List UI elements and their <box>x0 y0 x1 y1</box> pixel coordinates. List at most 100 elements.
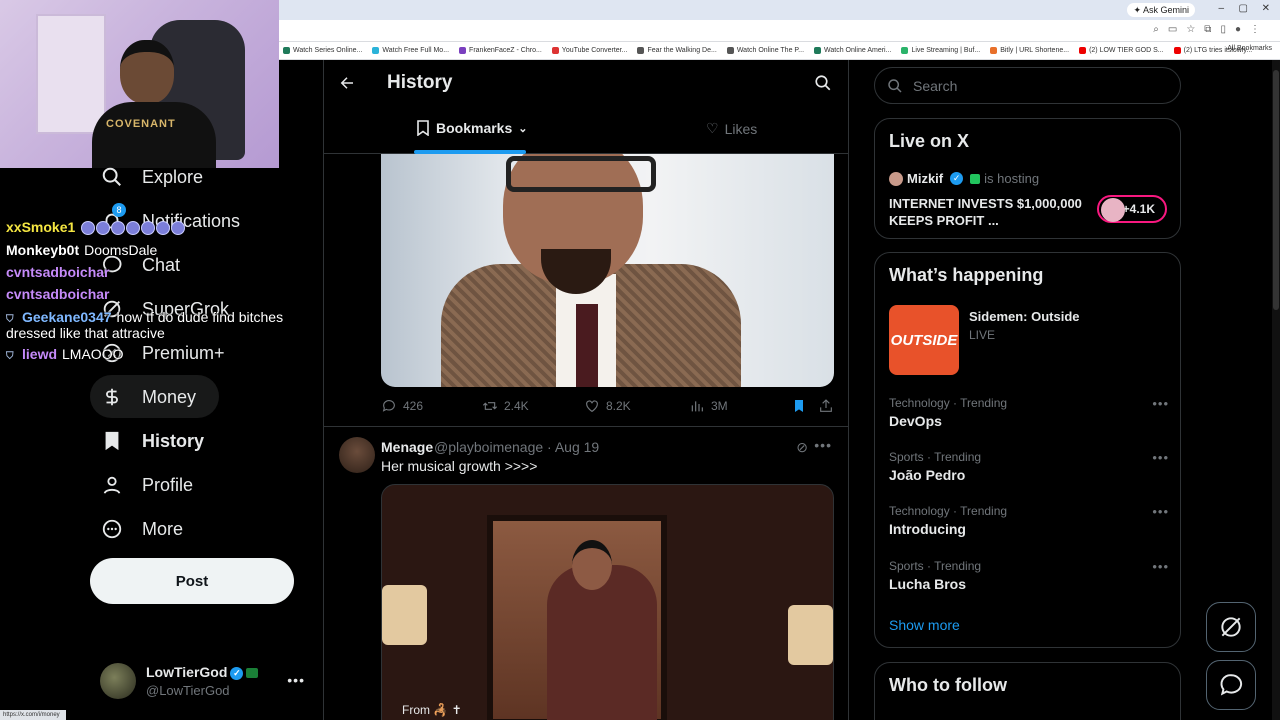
profile-avatar-icon[interactable]: ● <box>1235 24 1241 35</box>
listener-count-button[interactable]: +4.1K <box>1097 195 1167 223</box>
sidebar-item-profile[interactable]: Profile <box>100 465 193 505</box>
trend-item[interactable]: Technology · Trending Introducing ••• <box>889 504 1169 544</box>
more-dots-icon[interactable]: ••• <box>1152 559 1169 574</box>
reply-button[interactable]: 426 <box>381 398 423 414</box>
post-author-handle[interactable]: @playboimenage · Aug 19 <box>434 439 599 455</box>
sidebar-item-money[interactable]: Money <box>100 377 196 417</box>
zoom-icon[interactable]: ⌕ <box>1153 24 1159 35</box>
host-name: Mizkif <box>907 171 944 186</box>
sidebar-item-explore[interactable]: Explore <box>100 157 203 197</box>
who-to-follow-panel: Who to follow <box>874 662 1181 720</box>
more-dots-icon[interactable]: ••• <box>287 672 305 688</box>
trend-category: Sports · Trending <box>889 450 982 464</box>
trend-thumbnail[interactable]: OUTSIDE <box>889 305 959 375</box>
verified-icon: ✓ <box>950 172 964 185</box>
trend-item[interactable]: Sports · Trending Lucha Bros ••• <box>889 559 1169 599</box>
bookmark-item[interactable]: Live Streaming | Buf... <box>901 47 980 54</box>
trend-item[interactable]: Sports · Trending João Pedro ••• <box>889 450 1169 490</box>
who-to-follow-title: Who to follow <box>889 675 1007 695</box>
sidebar-item-label: More <box>142 518 184 539</box>
bookmark-item[interactable]: Watch Series Online... <box>283 47 362 54</box>
account-switcher[interactable]: LowTierGod ✓ @LowTierGod ••• <box>100 660 315 702</box>
favicon-icon <box>1079 47 1087 54</box>
avatar[interactable] <box>339 437 375 473</box>
media-caption: From 🦂 ✝ <box>402 703 462 717</box>
share-button[interactable] <box>818 398 834 414</box>
chat-text: how tf do dude find bitches <box>116 309 284 325</box>
space-title[interactable]: INTERNET INVESTS $1,000,000 KEEPS PROFIT… <box>889 195 1089 229</box>
scrollbar-thumb[interactable] <box>1273 70 1279 310</box>
avatar <box>1101 198 1125 222</box>
bookmarks-bar: Watch Series Online... Watch Free Full Mo… <box>279 42 1280 60</box>
all-bookmarks-link[interactable]: All Bookmarks <box>1227 45 1272 52</box>
tab-bookmarks[interactable]: Bookmarks ⌄ <box>416 120 527 136</box>
live-host-row[interactable]: Mizkif ✓ is hosting <box>889 171 1039 186</box>
post-button[interactable]: Post <box>90 558 294 604</box>
trend-category: Sports · Trending <box>889 559 982 573</box>
favicon-icon <box>990 47 998 54</box>
whats-happening-title: What’s happening <box>889 265 1044 285</box>
bookmark-item[interactable]: Fear the Walking De... <box>637 47 717 54</box>
like-button[interactable]: 8.2K <box>584 398 631 414</box>
bookmark-item[interactable]: Watch Free Full Mo... <box>372 47 449 54</box>
cast-icon[interactable]: ▭ <box>1168 24 1177 35</box>
show-more-link[interactable]: Show more <box>889 617 960 633</box>
grok-icon[interactable]: ⊘ <box>796 439 808 456</box>
bookmark-label: Watch Series Online... <box>293 47 363 54</box>
main-timeline: History Bookmarks ⌄ ♡ Likes 426 2.4K 8.2… <box>323 60 849 720</box>
post-image[interactable] <box>381 154 834 387</box>
back-arrow-icon[interactable] <box>338 74 358 94</box>
status-url: https://x.com/i/money <box>0 710 66 720</box>
repost-button[interactable]: 2.4K <box>482 398 529 414</box>
close-icon[interactable]: ✕ <box>1262 3 1270 14</box>
page-header: History Bookmarks ⌄ ♡ Likes <box>324 60 848 154</box>
favicon-icon <box>901 47 909 54</box>
chat-badge-icon: ⛉ <box>6 351 14 362</box>
bookmark-filled-icon <box>795 400 803 412</box>
webcam-overlay: COVENANT <box>0 0 279 168</box>
sidebar-item-history[interactable]: History <box>100 421 204 461</box>
affiliate-badge-icon <box>246 668 259 679</box>
reply-count: 426 <box>403 399 424 413</box>
menu-icon[interactable]: ⋮ <box>1250 24 1260 35</box>
trend-item[interactable]: Technology · Trending DevOps ••• <box>889 396 1169 436</box>
more-dots-icon[interactable]: ••• <box>1152 504 1169 519</box>
chat-username: xxSmoke1 <box>6 219 76 235</box>
sidebar-item-label: Explore <box>142 166 204 187</box>
bookmark-icon <box>100 429 124 453</box>
favicon-icon <box>283 47 290 54</box>
star-icon[interactable]: ☆ <box>1186 24 1195 35</box>
post-action-bar: 426 2.4K 8.2K 3M <box>381 398 834 418</box>
sidebar-item-label: History <box>142 430 205 451</box>
sidepanel-icon[interactable]: ▯ <box>1220 24 1226 35</box>
bookmark-item[interactable]: YouTube Converter... <box>551 47 627 54</box>
bookmark-item[interactable]: Bitly | URL Shortene... <box>990 47 1069 54</box>
search-input[interactable]: Search <box>874 67 1181 104</box>
featured-trend-title[interactable]: Sidemen: Outside <box>969 309 1080 324</box>
sidebar-item-more[interactable]: More <box>100 509 183 549</box>
more-dots-icon[interactable]: ••• <box>1152 450 1169 465</box>
bookmark-item[interactable]: Watch Online Ameri... <box>814 47 891 54</box>
ask-gemini-button[interactable]: ✦ Ask Gemini <box>1127 3 1195 17</box>
more-dots-icon[interactable]: ••• <box>814 437 832 453</box>
bookmark-button[interactable] <box>791 398 807 414</box>
views-button[interactable]: 3M <box>689 398 728 414</box>
post-video[interactable]: From 🦂 ✝ <box>381 484 834 720</box>
extensions-icon[interactable]: ⧉ <box>1204 24 1211 35</box>
chat-emotes <box>81 221 186 236</box>
bookmark-label: Watch Online Ameri... <box>824 47 892 54</box>
search-icon[interactable] <box>814 74 832 97</box>
bookmark-item[interactable]: Watch Online The P... <box>726 47 804 54</box>
minimize-icon[interactable]: – <box>1218 3 1224 14</box>
grok-fab[interactable] <box>1206 602 1256 652</box>
scrollbar[interactable] <box>1272 60 1280 720</box>
bookmark-item[interactable]: FrankenFaceZ - Chro... <box>459 47 542 54</box>
messages-fab[interactable] <box>1206 660 1256 710</box>
chat-message: ⛉ liewd LMAOOO <box>6 346 123 363</box>
more-dots-icon[interactable]: ••• <box>1152 396 1169 411</box>
like-count: 8.2K <box>606 399 631 413</box>
bookmark-item[interactable]: (2) LOW TIER GOD S... <box>1079 47 1164 54</box>
post-author-name[interactable]: Menage <box>381 439 433 455</box>
maximize-icon[interactable]: ▢ <box>1239 3 1248 14</box>
tab-likes[interactable]: ♡ Likes <box>706 120 757 137</box>
